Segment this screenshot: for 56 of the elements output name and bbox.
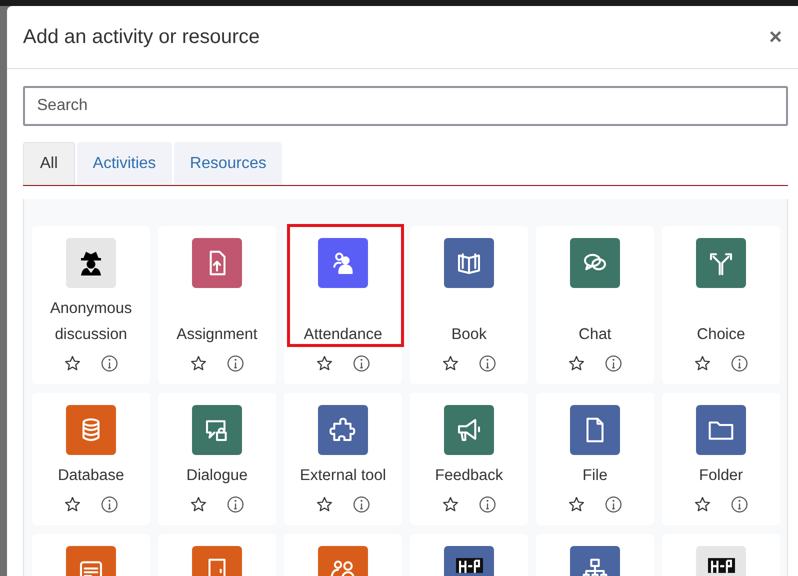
search-field[interactable]: Search — [23, 86, 788, 126]
activity-name: File — [582, 466, 608, 486]
star-icon[interactable] — [568, 355, 585, 372]
activity-card[interactable]: Database — [32, 393, 150, 525]
star-icon[interactable] — [442, 496, 459, 513]
activity-card[interactable]: Feedback — [410, 393, 528, 525]
activity-card[interactable]: Anonymous discussion — [32, 226, 150, 384]
star-icon[interactable] — [64, 355, 81, 372]
tab[interactable]: All — [23, 142, 75, 185]
activity-card[interactable]: External tool — [284, 393, 402, 525]
activity-card[interactable]: Book — [410, 226, 528, 384]
info-icon[interactable] — [227, 496, 244, 513]
activity-name: External tool — [300, 466, 386, 486]
info-icon[interactable] — [605, 496, 622, 513]
activity-card[interactable]: Chat — [536, 226, 654, 384]
info-icon[interactable] — [479, 496, 496, 513]
info-icon[interactable] — [227, 355, 244, 372]
close-button[interactable]: × — [765, 24, 786, 50]
star-icon[interactable] — [568, 496, 585, 513]
activity-name: Chat — [578, 325, 612, 345]
activity-card[interactable]: Dialogue — [158, 393, 276, 525]
logo-icon — [708, 558, 734, 573]
info-icon[interactable] — [353, 496, 370, 513]
star-icon[interactable] — [190, 355, 207, 372]
activity-name: Dialogue — [186, 466, 248, 486]
activity-name: Choice — [696, 325, 746, 345]
activity-card[interactable]: File — [536, 393, 654, 525]
info-icon[interactable] — [353, 355, 370, 372]
info-icon[interactable] — [605, 355, 622, 372]
tab[interactable]: Resources — [174, 142, 282, 185]
star-icon[interactable] — [190, 496, 207, 513]
star-icon[interactable] — [442, 355, 459, 372]
activity-name: Book — [451, 325, 487, 345]
activity-card[interactable]: Attendance — [284, 226, 402, 384]
star-icon[interactable] — [316, 355, 333, 372]
info-icon[interactable] — [731, 496, 748, 513]
tab[interactable]: Activities — [76, 142, 172, 185]
activity-name: Feedback — [434, 466, 504, 486]
star-icon[interactable] — [694, 355, 711, 372]
star-icon[interactable] — [694, 496, 711, 513]
activity-card[interactable]: Assignment — [158, 226, 276, 384]
activity-name: Folder — [699, 466, 743, 486]
logo-icon — [456, 558, 482, 573]
activity-name: Database — [58, 466, 124, 486]
star-icon[interactable] — [316, 496, 333, 513]
info-icon[interactable] — [101, 355, 118, 372]
dialog-title: Add an activity or resource — [23, 26, 260, 48]
activity-name: Attendance — [304, 325, 382, 345]
star-icon[interactable] — [64, 496, 81, 513]
info-icon[interactable] — [731, 355, 748, 372]
info-icon[interactable] — [479, 355, 496, 372]
activity-card[interactable]: Folder — [662, 393, 780, 525]
info-icon[interactable] — [101, 496, 118, 513]
activity-card[interactable]: Choice — [662, 226, 780, 384]
activity-name: Anonymous discussion — [49, 299, 133, 345]
activity-name: Assignment — [176, 325, 258, 345]
